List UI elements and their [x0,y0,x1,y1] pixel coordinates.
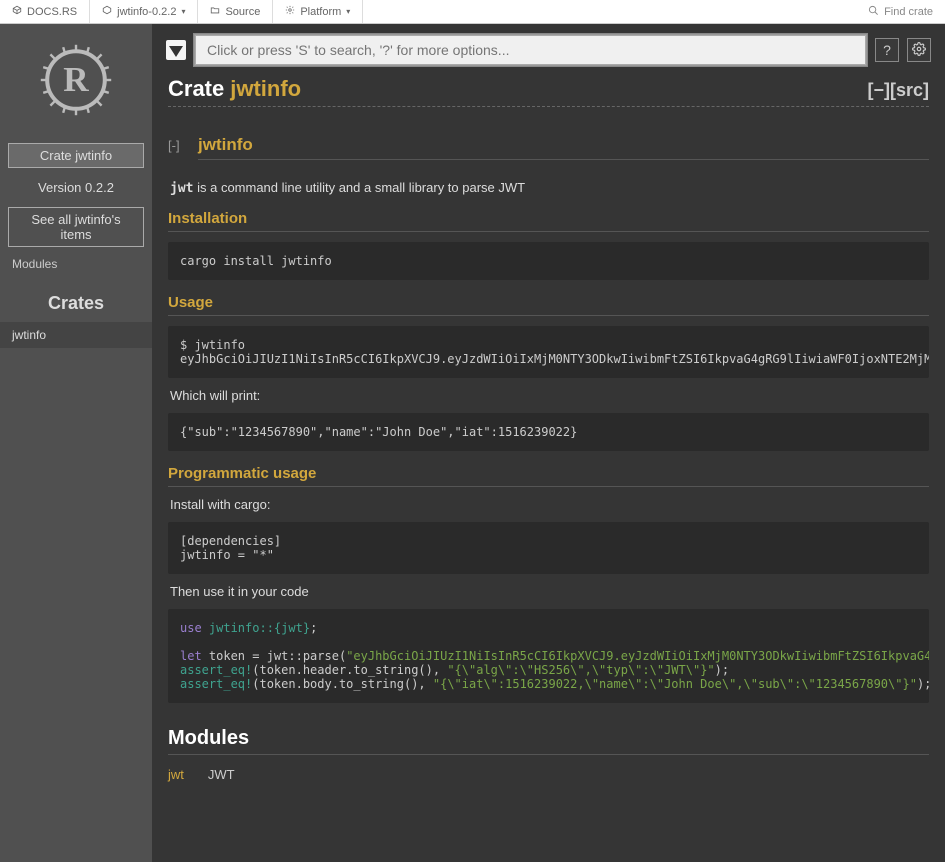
install-cargo-label: Install with cargo: [168,497,929,512]
main-content: ? Crate jwtinfo [−][src] [-] jwtinfo [152,24,945,862]
platform-label: Platform [300,6,341,18]
source-label: Source [225,6,260,18]
gear-icon [912,42,926,59]
sidebar: R Crate jwtinfo Version 0.2.2 See all jw… [0,24,152,862]
installation-heading: Installation [168,210,929,232]
page-title: Crate jwtinfo [−][src] [168,76,929,107]
theme-toggle-button[interactable] [166,40,186,60]
intro-code: jwt [170,181,193,196]
print-label: Which will print: [168,388,929,403]
docs-home-label: DOCS.RS [27,6,77,18]
deps-code-block[interactable]: [dependencies] jwtinfo = "*" [168,522,929,574]
svg-text:R: R [63,60,89,99]
chevron-down-icon: ▾ [181,7,185,16]
intro-text: jwt is a command line utility and a smal… [168,180,929,196]
sidebar-all-items-label: See all jwtinfo's items [31,212,120,242]
topbar: DOCS.RS jwtinfo-0.2.2 ▾ Source Platform … [0,0,945,24]
platform-dropdown[interactable]: Platform ▾ [273,0,363,23]
then-label: Then use it in your code [168,584,929,599]
find-crate-search[interactable]: Find crate [856,5,945,19]
print-output-block[interactable]: {"sub":"1234567890","name":"John Doe","i… [168,413,929,451]
src-link[interactable]: [src] [890,80,929,100]
sidebar-crates-header: Crates [48,293,104,314]
crate-version-label: jwtinfo-0.2.2 [117,6,176,18]
collapse-all-toggle[interactable]: [−] [867,80,890,100]
modules-heading: Modules [168,727,929,755]
rust-code-block[interactable]: use jwtinfo::{jwt}; let token = jwt::par… [168,609,929,703]
sidebar-modules-label[interactable]: Modules [0,251,69,277]
settings-button[interactable] [907,38,931,62]
crate-version-dropdown[interactable]: jwtinfo-0.2.2 ▾ [90,0,198,23]
programmatic-heading: Programmatic usage [168,465,929,487]
search-input[interactable] [194,34,867,66]
help-label: ? [883,42,891,58]
folder-icon [210,5,220,18]
rust-logo-icon[interactable]: R [36,40,116,123]
sidebar-version: Version 0.2.2 [38,180,114,195]
source-link[interactable]: Source [198,0,273,23]
sidebar-crate-box[interactable]: Crate jwtinfo [8,143,144,168]
sidebar-all-items[interactable]: See all jwtinfo's items [8,207,144,247]
chevron-down-icon: ▾ [346,7,350,16]
crate-cube-icon [102,5,112,18]
search-icon [868,5,879,19]
install-code-block[interactable]: cargo install jwtinfo [168,242,929,280]
docs-cube-icon [12,5,22,18]
crate-name: jwtinfo [230,76,301,102]
find-crate-label: Find crate [884,6,933,18]
crate-prefix-label: Crate [168,76,224,102]
module-link-jwt[interactable]: jwt [168,767,184,782]
cog-icon [285,5,295,18]
help-button[interactable]: ? [875,38,899,62]
module-row: jwt JWT [168,767,929,782]
module-heading: jwtinfo [198,135,929,160]
sidebar-crate-link-label: jwtinfo [12,328,46,342]
module-desc: JWT [208,767,235,782]
intro-rest: is a command line utility and a small li… [193,180,525,195]
usage-heading: Usage [168,294,929,316]
sidebar-crate-link[interactable]: jwtinfo [0,322,152,348]
docs-home-link[interactable]: DOCS.RS [0,0,90,23]
sidebar-crate-label: Crate jwtinfo [40,148,112,163]
usage-code-block[interactable]: $ jwtinfo eyJhbGciOiJIUzI1NiIsInR5cCI6Ik… [168,326,929,378]
section-collapse-toggle[interactable]: [-] [168,138,190,153]
